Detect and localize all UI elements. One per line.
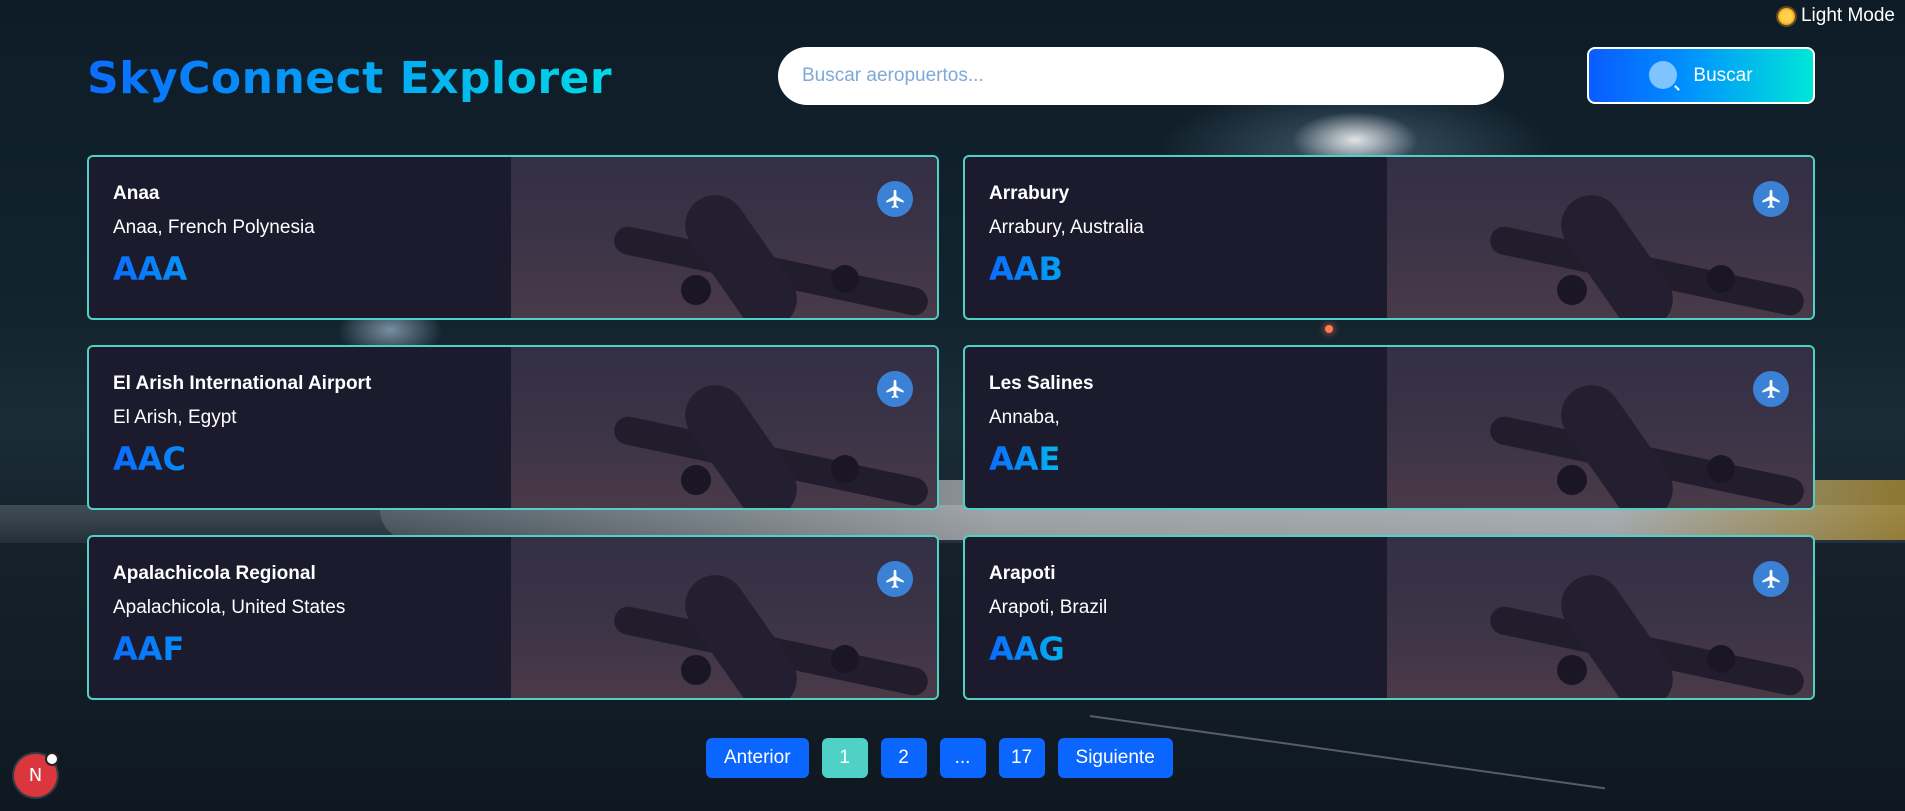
airport-card[interactable]: Apalachicola Regional Apalachicola, Unit… bbox=[87, 535, 939, 700]
theme-toggle[interactable]: Light Mode bbox=[1777, 5, 1895, 27]
next-page-button[interactable]: Siguiente bbox=[1057, 738, 1173, 778]
airport-card[interactable]: Les Salines Annaba, AAE bbox=[963, 345, 1815, 510]
dev-tools-badge[interactable]: N bbox=[14, 752, 59, 797]
airplane-image bbox=[511, 537, 937, 698]
airplane-icon bbox=[877, 371, 913, 407]
airplane-image bbox=[1387, 537, 1813, 698]
search-icon bbox=[1649, 60, 1681, 91]
airplane-image bbox=[1387, 347, 1813, 508]
airport-code: AAG bbox=[989, 631, 1107, 667]
search-button[interactable]: Buscar bbox=[1587, 47, 1815, 104]
notification-dot-icon bbox=[45, 752, 59, 766]
pagination: Anterior 1 2 ... 17 Siguiente bbox=[706, 738, 1173, 778]
airplane-image bbox=[511, 347, 937, 508]
page-title: SkyConnect Explorer bbox=[87, 48, 612, 110]
airplane-icon bbox=[1753, 181, 1789, 217]
airport-location: Apalachicola, United States bbox=[113, 597, 346, 618]
airport-name: Apalachicola Regional bbox=[113, 563, 316, 584]
airport-location: Annaba, bbox=[989, 407, 1060, 428]
page-ellipsis-button[interactable]: ... bbox=[939, 738, 986, 778]
airplane-icon bbox=[877, 561, 913, 597]
airplane-icon bbox=[877, 181, 913, 217]
page-button-1[interactable]: 1 bbox=[821, 738, 868, 778]
airport-code: AAA bbox=[113, 251, 315, 287]
airport-name: El Arish International Airport bbox=[113, 373, 372, 394]
airport-code: AAC bbox=[113, 441, 371, 477]
dev-tools-badge-label: N bbox=[28, 765, 43, 786]
airport-card[interactable]: El Arish International Airport El Arish,… bbox=[87, 345, 939, 510]
airport-card[interactable]: Arapoti Arapoti, Brazil AAG bbox=[963, 535, 1815, 700]
airport-location: Anaa, French Polynesia bbox=[113, 217, 315, 238]
airport-grid: Anaa Anaa, French Polynesia AAA Arrabury… bbox=[87, 155, 1815, 700]
airplane-image bbox=[1387, 157, 1813, 318]
theme-toggle-label: Light Mode bbox=[1800, 5, 1895, 26]
airport-location: El Arish, Egypt bbox=[113, 407, 237, 428]
airport-card[interactable]: Arrabury Arrabury, Australia AAB bbox=[963, 155, 1815, 320]
airplane-image bbox=[511, 157, 937, 318]
airport-location: Arapoti, Brazil bbox=[989, 597, 1108, 618]
search-input[interactable] bbox=[778, 47, 1504, 105]
airport-code: AAF bbox=[113, 631, 345, 667]
airport-name: Arapoti bbox=[989, 563, 1056, 584]
airport-location: Arrabury, Australia bbox=[989, 217, 1144, 238]
page-button-17[interactable]: 17 bbox=[998, 738, 1045, 778]
airport-name: Les Salines bbox=[989, 373, 1094, 394]
page-button-2[interactable]: 2 bbox=[880, 738, 927, 778]
search-button-label: Buscar bbox=[1693, 64, 1753, 86]
airport-name: Anaa bbox=[113, 183, 160, 204]
airplane-icon bbox=[1753, 371, 1789, 407]
airport-code: AAB bbox=[989, 251, 1144, 287]
airport-code: AAE bbox=[989, 441, 1094, 477]
airport-name: Arrabury bbox=[989, 183, 1070, 204]
airplane-icon bbox=[1753, 561, 1789, 597]
airport-card[interactable]: Anaa Anaa, French Polynesia AAA bbox=[87, 155, 939, 320]
sun-icon bbox=[1777, 7, 1795, 25]
previous-page-button[interactable]: Anterior bbox=[706, 738, 809, 778]
